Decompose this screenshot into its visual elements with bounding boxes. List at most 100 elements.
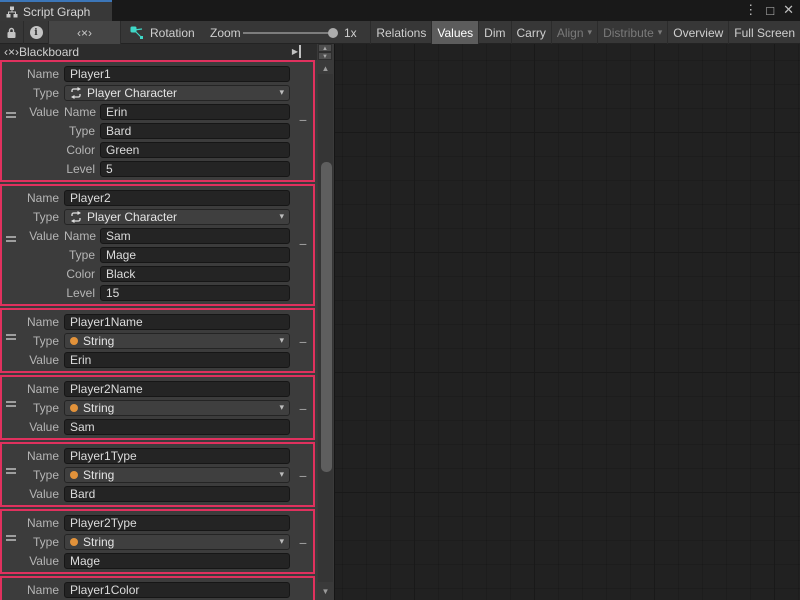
rotation-indicator: Rotation xyxy=(130,21,195,44)
player-character-icon xyxy=(70,87,82,99)
variable-value-field[interactable]: Bard xyxy=(64,486,290,502)
remove-variable-button[interactable]: − xyxy=(297,401,309,417)
blackboard-title: Blackboard xyxy=(19,45,79,59)
chevron-down-icon: ▾ xyxy=(279,536,284,547)
graph-toolbar: i ‹×› Rotation Zoom 1x Relations Values … xyxy=(0,21,800,44)
remove-variable-button[interactable]: − xyxy=(297,468,309,484)
chevron-down-icon: ▾ xyxy=(279,335,284,346)
chevron-down-icon: ▾ xyxy=(279,469,284,480)
value-sub-field[interactable]: Erin xyxy=(100,104,290,120)
inspect-toggle-button[interactable]: ‹×› xyxy=(49,21,121,44)
chevron-down-icon: ▾ xyxy=(279,87,284,98)
scrollbar-track[interactable] xyxy=(318,74,333,582)
remove-variable-button[interactable]: − xyxy=(297,112,309,128)
variable-value-field[interactable]: Sam xyxy=(64,419,290,435)
value-sub-field[interactable]: 5 xyxy=(100,161,290,177)
lock-button[interactable] xyxy=(0,21,24,44)
drag-handle-icon[interactable] xyxy=(6,401,16,407)
zoom-slider-knob[interactable] xyxy=(328,28,338,38)
graph-canvas[interactable] xyxy=(334,44,800,600)
value-sub-field[interactable]: Black xyxy=(100,266,290,282)
maximize-icon[interactable]: □ xyxy=(766,3,774,18)
distribute-dropdown: Distribute ▾ xyxy=(597,21,667,44)
variable-group-player1name[interactable]: − Name Player1Name Type String ▾ Value E… xyxy=(0,308,315,373)
variable-name-field[interactable]: Player2Name xyxy=(64,381,290,397)
zoom-slider-track[interactable] xyxy=(243,32,337,34)
drag-handle-icon[interactable] xyxy=(6,112,16,118)
dim-button[interactable]: Dim xyxy=(478,21,510,44)
tab-script-graph[interactable]: Script Graph xyxy=(0,0,112,21)
lock-icon xyxy=(6,27,17,39)
string-type-icon xyxy=(70,471,78,479)
variable-name-field[interactable]: Player2Type xyxy=(64,515,290,531)
full-screen-button[interactable]: Full Screen xyxy=(728,21,800,44)
scroll-down-icon[interactable]: ▼ xyxy=(317,587,334,596)
variable-type-dropdown[interactable]: String ▾ xyxy=(64,534,290,550)
info-button[interactable]: i xyxy=(24,21,49,44)
tab-bar: Script Graph ⋮ □ ✕ xyxy=(0,0,800,21)
remove-variable-button[interactable]: − xyxy=(297,334,309,350)
blackboard-header: ‹×› Blackboard ▶ xyxy=(0,44,317,60)
value-sub-field[interactable]: Mage xyxy=(100,247,290,263)
remove-variable-button[interactable]: − xyxy=(297,236,309,252)
variable-group-player1color[interactable]: Name Player1Color xyxy=(0,576,315,600)
info-icon: i xyxy=(30,26,43,39)
variable-name-field[interactable]: Player2 xyxy=(64,190,290,206)
player-character-icon xyxy=(70,211,82,223)
inspect-icon: ‹×› xyxy=(77,26,92,40)
value-sub-field[interactable]: Green xyxy=(100,142,290,158)
chevron-down-icon: ▾ xyxy=(279,211,284,222)
variable-type-dropdown[interactable]: Player Character ▾ xyxy=(64,85,290,101)
string-type-icon xyxy=(70,538,78,546)
carry-button[interactable]: Carry xyxy=(511,21,551,44)
overview-button[interactable]: Overview xyxy=(667,21,728,44)
drag-handle-icon[interactable] xyxy=(6,535,16,541)
rotation-node-icon xyxy=(130,26,144,40)
drag-handle-icon[interactable] xyxy=(6,334,16,340)
value-sub-field[interactable]: Sam xyxy=(100,228,290,244)
variables-icon: ‹×› xyxy=(4,45,19,59)
blackboard-panel: − Name Player1 Type Player Character ▾ V… xyxy=(0,60,317,600)
dock-panel-icon[interactable]: ▶ xyxy=(292,45,301,58)
spinner-down-icon[interactable]: ▼ xyxy=(318,52,332,60)
scroll-up-icon[interactable]: ▲ xyxy=(317,64,334,73)
drag-handle-icon[interactable] xyxy=(6,236,16,242)
variable-group-player1[interactable]: − Name Player1 Type Player Character ▾ V… xyxy=(0,60,315,182)
value-sub-field[interactable]: 15 xyxy=(100,285,290,301)
variable-type-dropdown[interactable]: String ▾ xyxy=(64,400,290,416)
chevron-down-icon: ▾ xyxy=(658,27,663,38)
values-button[interactable]: Values xyxy=(431,21,478,44)
spinner-up-icon[interactable]: ▲ xyxy=(318,44,332,52)
close-icon[interactable]: ✕ xyxy=(783,2,794,18)
chevron-down-icon: ▾ xyxy=(588,27,593,38)
variable-name-field[interactable]: Player1Color xyxy=(64,582,290,598)
scrollbar-column: ▲ ▼ ▲ ▼ xyxy=(317,44,334,600)
variable-group-player2[interactable]: − Name Player2 Type Player Character ▾ V… xyxy=(0,184,315,306)
variable-type-dropdown[interactable]: String ▾ xyxy=(64,467,290,483)
variable-value-field[interactable]: Mage xyxy=(64,553,290,569)
rotation-label: Rotation xyxy=(150,26,195,40)
value-sub-field[interactable]: Bard xyxy=(100,123,290,139)
drag-handle-icon[interactable] xyxy=(6,468,16,474)
variable-name-field[interactable]: Player1Type xyxy=(64,448,290,464)
zoom-label: Zoom xyxy=(210,26,241,40)
variable-group-player2name[interactable]: − Name Player2Name Type String ▾ Value S… xyxy=(0,375,315,440)
variable-group-player2type[interactable]: − Name Player2Type Type String ▾ Value M… xyxy=(0,509,315,574)
variable-value-field[interactable]: Erin xyxy=(64,352,290,368)
window-menu-icon[interactable]: ⋮ xyxy=(744,2,757,18)
variable-group-player1type[interactable]: − Name Player1Type Type String ▾ Value B… xyxy=(0,442,315,507)
string-type-icon xyxy=(70,337,78,345)
string-type-icon xyxy=(70,404,78,412)
zoom-value: 1x xyxy=(344,26,357,40)
relations-button[interactable]: Relations xyxy=(370,21,431,44)
variable-type-dropdown[interactable]: Player Character ▾ xyxy=(64,209,290,225)
scrollbar-thumb[interactable] xyxy=(321,162,332,472)
remove-variable-button[interactable]: − xyxy=(297,535,309,551)
variable-type-dropdown[interactable]: String ▾ xyxy=(64,333,290,349)
variable-name-field[interactable]: Player1Name xyxy=(64,314,290,330)
graph-icon xyxy=(6,6,18,18)
variable-name-field[interactable]: Player1 xyxy=(64,66,290,82)
panel-scroll-spinner[interactable]: ▲ ▼ xyxy=(318,44,332,60)
align-dropdown: Align ▾ xyxy=(551,21,597,44)
chevron-down-icon: ▾ xyxy=(279,402,284,413)
